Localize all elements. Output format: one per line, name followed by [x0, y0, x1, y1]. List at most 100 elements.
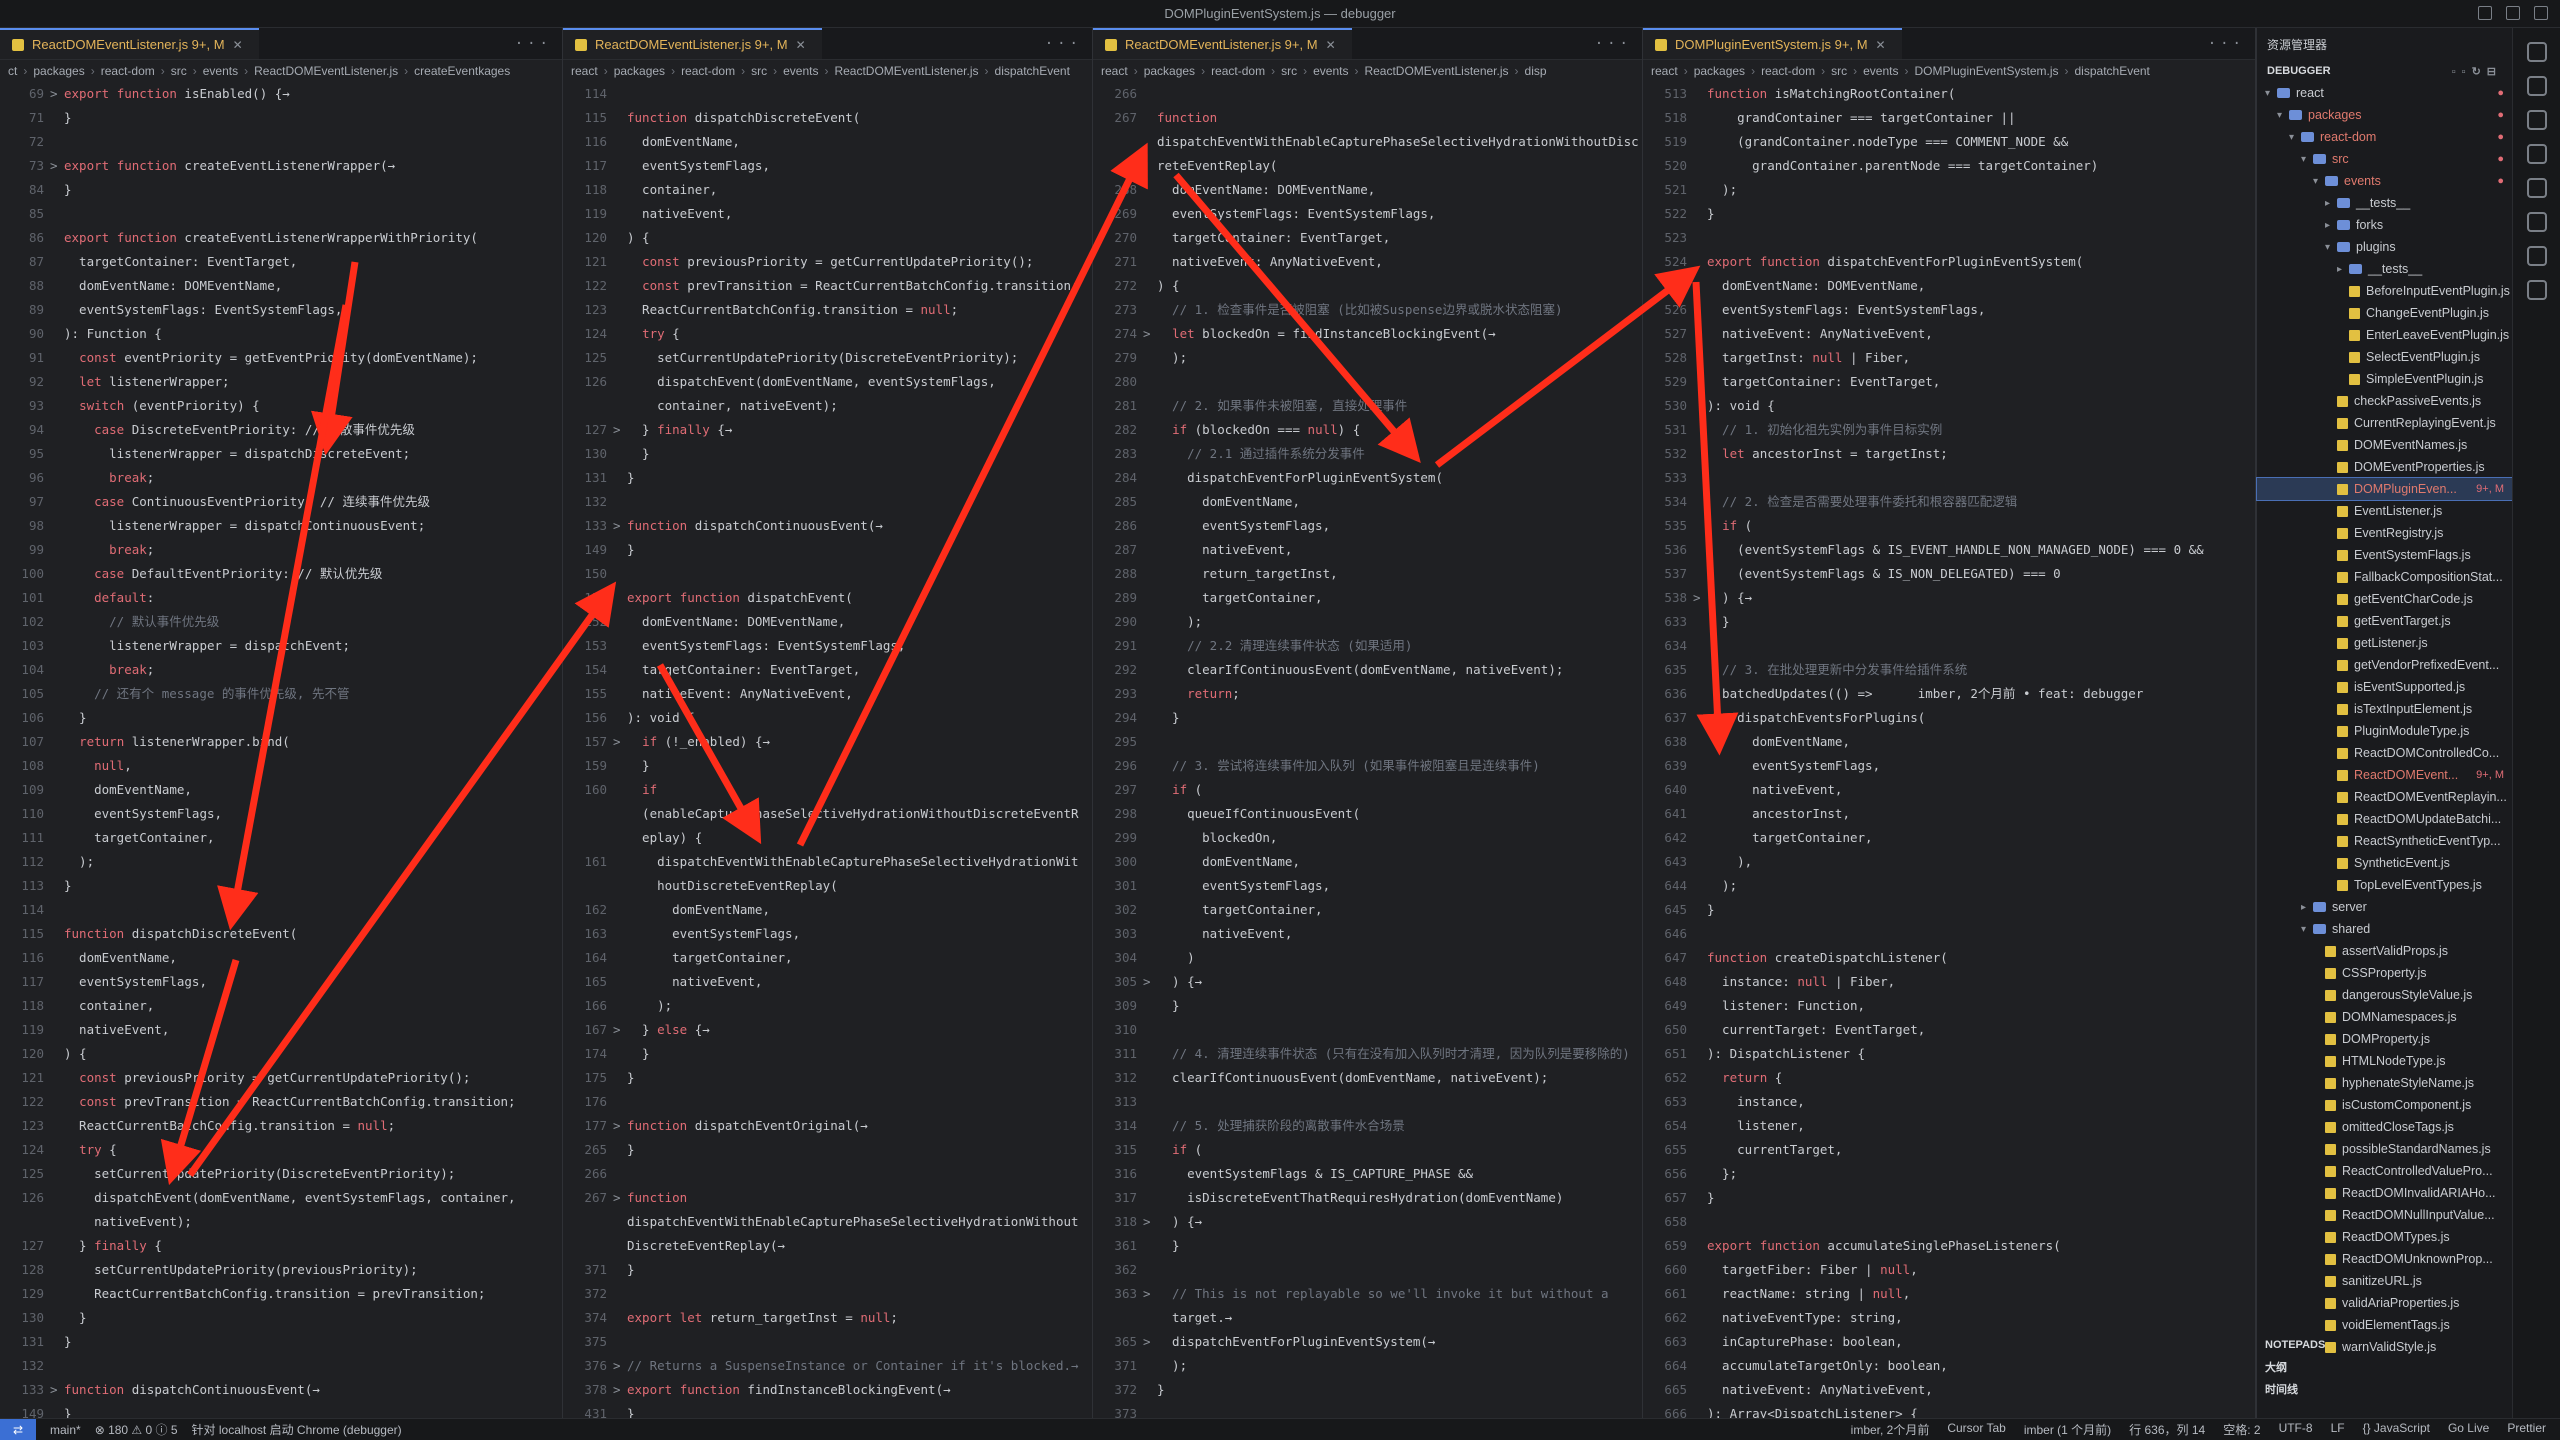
fold-chevron-icon[interactable] [1143, 298, 1157, 322]
fold-chevron-icon[interactable] [613, 1234, 627, 1258]
breadcrumb-item[interactable]: DOMPluginEventSystem.js [1914, 64, 2058, 78]
run-debug-icon[interactable] [2526, 144, 2547, 164]
fold-chevron-icon[interactable] [1693, 346, 1707, 370]
fold-chevron-icon[interactable] [1143, 250, 1157, 274]
fold-chevron-icon[interactable] [613, 682, 627, 706]
tree-file[interactable]: getListener.js [2257, 632, 2512, 654]
fold-chevron-icon[interactable] [613, 250, 627, 274]
fold-chevron-icon[interactable] [1693, 802, 1707, 826]
fold-chevron-icon[interactable] [1143, 778, 1157, 802]
tree-file[interactable]: HTMLNodeType.js [2257, 1050, 2512, 1072]
sidebar-section-header[interactable]: 时间线 [2257, 1378, 2513, 1400]
fold-chevron-icon[interactable] [1693, 946, 1707, 970]
breadcrumb-item[interactable]: disp [1525, 64, 1547, 78]
fold-chevron-icon[interactable] [1693, 418, 1707, 442]
fold-chevron-icon[interactable] [1693, 1210, 1707, 1234]
files-icon[interactable] [2526, 42, 2547, 62]
fold-chevron-icon[interactable] [50, 1330, 64, 1354]
tree-file[interactable]: DOMNamespaces.js [2257, 1006, 2512, 1028]
fold-chevron-icon[interactable] [50, 898, 64, 922]
fold-chevron-icon[interactable] [613, 1138, 627, 1162]
tree-file[interactable]: SelectEventPlugin.js [2257, 346, 2512, 368]
fold-chevron-icon[interactable] [1693, 1186, 1707, 1210]
fold-chevron-icon[interactable] [613, 1090, 627, 1114]
fold-chevron-icon[interactable] [1693, 514, 1707, 538]
breadcrumb-item[interactable]: ReactDOMEventListener.js [834, 64, 978, 78]
fold-chevron-icon[interactable]: > [1143, 322, 1157, 346]
fold-chevron-icon[interactable] [1143, 1378, 1157, 1402]
fold-chevron-icon[interactable]: > [1143, 970, 1157, 994]
fold-chevron-icon[interactable] [1693, 562, 1707, 586]
fold-chevron-icon[interactable] [613, 778, 627, 802]
fold-chevron-icon[interactable] [1143, 898, 1157, 922]
fold-chevron-icon[interactable] [1143, 706, 1157, 730]
fold-chevron-icon[interactable]: > [613, 730, 627, 754]
timeline-icon[interactable] [2526, 280, 2547, 300]
tree-file[interactable]: dangerousStyleValue.js [2257, 984, 2512, 1006]
fold-chevron-icon[interactable]: > [50, 82, 64, 106]
fold-chevron-icon[interactable] [50, 586, 64, 610]
status-item[interactable]: imber (1 个月前) [2024, 1421, 2111, 1438]
fold-chevron-icon[interactable] [613, 754, 627, 778]
fold-chevron-icon[interactable] [613, 634, 627, 658]
fold-chevron-icon[interactable] [1143, 754, 1157, 778]
tree-folder[interactable]: ▸ __tests__ [2257, 192, 2512, 214]
breadcrumb-item[interactable]: react [1101, 64, 1128, 78]
tree-folder[interactable]: ▸ server [2257, 896, 2512, 918]
fold-chevron-icon[interactable] [1693, 730, 1707, 754]
fold-chevron-icon[interactable] [1693, 1306, 1707, 1330]
fold-chevron-icon[interactable] [1693, 994, 1707, 1018]
fold-chevron-icon[interactable] [1693, 1258, 1707, 1282]
tree-file[interactable]: voidElementTags.js [2257, 1314, 2512, 1336]
fold-chevron-icon[interactable]: > [613, 1378, 627, 1402]
fold-chevron-icon[interactable]: > [50, 154, 64, 178]
tree-file[interactable]: omittedCloseTags.js [2257, 1116, 2512, 1138]
fold-chevron-icon[interactable] [1143, 394, 1157, 418]
fold-chevron-icon[interactable] [1143, 1354, 1157, 1378]
fold-chevron-icon[interactable] [50, 1234, 64, 1258]
tree-file[interactable]: ReactDOMUpdateBatchi... [2257, 808, 2512, 830]
fold-chevron-icon[interactable] [50, 1306, 64, 1330]
tree-file[interactable]: BeforeInputEventPlugin.js [2257, 280, 2512, 302]
fold-chevron-icon[interactable] [1143, 1186, 1157, 1210]
breadcrumb-item[interactable]: react [1651, 64, 1678, 78]
fold-chevron-icon[interactable] [1143, 514, 1157, 538]
fold-chevron-icon[interactable] [1693, 826, 1707, 850]
fold-chevron-icon[interactable] [50, 658, 64, 682]
tree-folder[interactable]: ▸ __tests__ [2257, 258, 2512, 280]
fold-chevron-icon[interactable] [613, 994, 627, 1018]
fold-chevron-icon[interactable] [1143, 658, 1157, 682]
fold-chevron-icon[interactable] [50, 202, 64, 226]
breadcrumb-item[interactable]: events [783, 64, 818, 78]
fold-chevron-icon[interactable] [1143, 1138, 1157, 1162]
breadcrumb-item[interactable]: createEventkages [414, 64, 510, 78]
breadcrumb-item[interactable]: react-dom [1211, 64, 1265, 78]
fold-chevron-icon[interactable] [50, 778, 64, 802]
fold-chevron-icon[interactable] [1693, 658, 1707, 682]
fold-chevron-icon[interactable] [50, 706, 64, 730]
fold-chevron-icon[interactable] [1693, 1042, 1707, 1066]
fold-chevron-icon[interactable] [50, 802, 64, 826]
fold-chevron-icon[interactable] [613, 1306, 627, 1330]
explorer-section-header[interactable]: DEBUGGER ▫▫↻⊟ [2257, 60, 2512, 82]
fold-chevron-icon[interactable] [50, 1282, 64, 1306]
tree-file[interactable]: isTextInputElement.js [2257, 698, 2512, 720]
fold-chevron-icon[interactable] [613, 922, 627, 946]
fold-chevron-icon[interactable] [1143, 1234, 1157, 1258]
tree-folder[interactable]: ▾ shared [2257, 918, 2512, 940]
breadcrumb-item[interactable]: packages [1144, 64, 1195, 78]
fold-chevron-icon[interactable] [1693, 1330, 1707, 1354]
sidebar-section-header[interactable]: NOTEPADS [2257, 1334, 2513, 1356]
fold-chevron-icon[interactable] [50, 874, 64, 898]
fold-chevron-icon[interactable] [1693, 106, 1707, 130]
fold-chevron-icon[interactable] [613, 586, 627, 610]
tree-file[interactable]: DOMPluginEven... 9+, M [2256, 477, 2513, 501]
fold-chevron-icon[interactable] [50, 490, 64, 514]
tree-folder[interactable]: ▾ packages ● [2257, 104, 2512, 126]
search-icon[interactable] [2526, 76, 2547, 96]
fold-chevron-icon[interactable] [613, 370, 627, 394]
tree-file[interactable]: ChangeEventPlugin.js [2257, 302, 2512, 324]
code-editor[interactable]: 266 267 function dispatchEventWithEnableCap… [1093, 82, 1642, 1420]
tree-file[interactable]: ReactDOMInvalidARIAHo... [2257, 1182, 2512, 1204]
fold-chevron-icon[interactable] [613, 1210, 627, 1234]
